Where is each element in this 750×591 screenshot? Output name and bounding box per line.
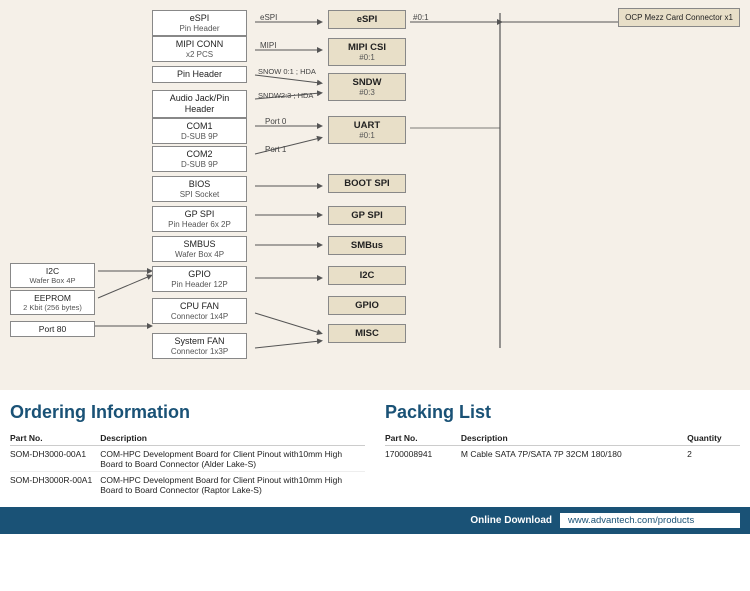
packing-qty-1: 2 xyxy=(687,446,740,462)
packing-col-desc: Description xyxy=(461,431,687,446)
diagram-area: eSPI #0:1 MIPI SNOW 0:1 ; HDA SNDW2:3 ; … xyxy=(0,0,750,390)
eeprom-box: EEPROM2 Kbit (256 bytes) xyxy=(10,290,95,315)
ordering-desc-2: COM-HPC Development Board for Client Pin… xyxy=(100,472,365,498)
footer-label: Online Download xyxy=(470,515,552,526)
ordering-desc-1: COM-HPC Development Board for Client Pin… xyxy=(100,446,365,472)
svg-text:SNDW2:3 ; HDA: SNDW2:3 ; HDA xyxy=(258,91,313,100)
com2-box: COM2D-SUB 9P xyxy=(152,146,247,172)
packing-col-qty: Quantity xyxy=(687,431,740,446)
smbus-box: SMBUSWafer Box 4P xyxy=(152,236,247,262)
sndw-box: SNDW#0:3 xyxy=(328,73,406,101)
ordering-part-2: SOM-DH3000R-00A1 xyxy=(10,472,100,498)
diagram-wrapper: eSPI #0:1 MIPI SNOW 0:1 ; HDA SNDW2:3 ; … xyxy=(10,8,740,383)
ordering-table: Part No. Description SOM-DH3000-00A1 COM… xyxy=(10,431,365,497)
svg-text:Port 0: Port 0 xyxy=(265,117,287,126)
boot-spi-box: BOOT SPI xyxy=(328,174,406,193)
smbus-right-box: SMBus xyxy=(328,236,406,255)
ordering-col-part: Part No. xyxy=(10,431,100,446)
espi-header-box: eSPIPin Header xyxy=(152,10,247,36)
svg-text:MIPI: MIPI xyxy=(260,41,276,50)
gpio-box: GPIOPin Header 12P xyxy=(152,266,247,292)
svg-text:eSPI: eSPI xyxy=(260,13,277,22)
packing-row-1: 1700008941 M Cable SATA 7P/SATA 7P 32CM … xyxy=(385,446,740,462)
packing-table: Part No. Description Quantity 1700008941… xyxy=(385,431,740,461)
gp-spi-box: GP SPIPin Header 6x 2P xyxy=(152,206,247,232)
bottom-section: Ordering Information Part No. Descriptio… xyxy=(0,390,750,507)
svg-text:SNOW 0:1 ; HDA: SNOW 0:1 ; HDA xyxy=(258,67,316,76)
packing-title: Packing List xyxy=(385,402,740,423)
ordering-row-1: SOM-DH3000-00A1 COM-HPC Development Boar… xyxy=(10,446,365,472)
port80-box: Port 80 xyxy=(10,321,95,337)
sys-fan-box: System FANConnector 1x3P xyxy=(152,333,247,359)
pin-header-box: Pin Header xyxy=(152,66,247,83)
mipi-csi-box: MIPI CSI#0:1 xyxy=(328,38,406,66)
uart-box: UART#0:1 xyxy=(328,116,406,144)
ordering-info-section: Ordering Information Part No. Descriptio… xyxy=(10,402,365,497)
packing-desc-1: M Cable SATA 7P/SATA 7P 32CM 180/180 xyxy=(461,446,687,462)
gpio-right-box: GPIO xyxy=(328,296,406,315)
misc-right-box: MISC xyxy=(328,324,406,343)
svg-text:#0:1: #0:1 xyxy=(413,13,429,22)
espi-right-box: eSPI xyxy=(328,10,406,29)
com1-box: COM1D-SUB 9P xyxy=(152,118,247,144)
bios-box: BIOSSPI Socket xyxy=(152,176,247,202)
ordering-part-1: SOM-DH3000-00A1 xyxy=(10,446,100,472)
ordering-col-desc: Description xyxy=(100,431,365,446)
svg-text:Port 1: Port 1 xyxy=(265,145,287,154)
packing-list-section: Packing List Part No. Description Quanti… xyxy=(385,402,740,497)
footer-url: www.advantech.com/products xyxy=(560,513,740,528)
ocp-box: OCP Mezz Card Connector x1 xyxy=(618,8,740,27)
footer: Online Download www.advantech.com/produc… xyxy=(0,507,750,534)
ordering-title: Ordering Information xyxy=(10,402,365,423)
i2c-right-box: I2C xyxy=(328,266,406,285)
packing-part-1: 1700008941 xyxy=(385,446,461,462)
i2c-isolated-box: I2CWafer Box 4P xyxy=(10,263,95,288)
cpu-fan-box: CPU FANConnector 1x4P xyxy=(152,298,247,324)
ordering-row-2: SOM-DH3000R-00A1 COM-HPC Development Boa… xyxy=(10,472,365,498)
gp-spi-right-box: GP SPI xyxy=(328,206,406,225)
mipi-conn-box: MIPI CONNx2 PCS xyxy=(152,36,247,62)
packing-col-part: Part No. xyxy=(385,431,461,446)
audio-jack-box: Audio Jack/Pin Header xyxy=(152,90,247,118)
